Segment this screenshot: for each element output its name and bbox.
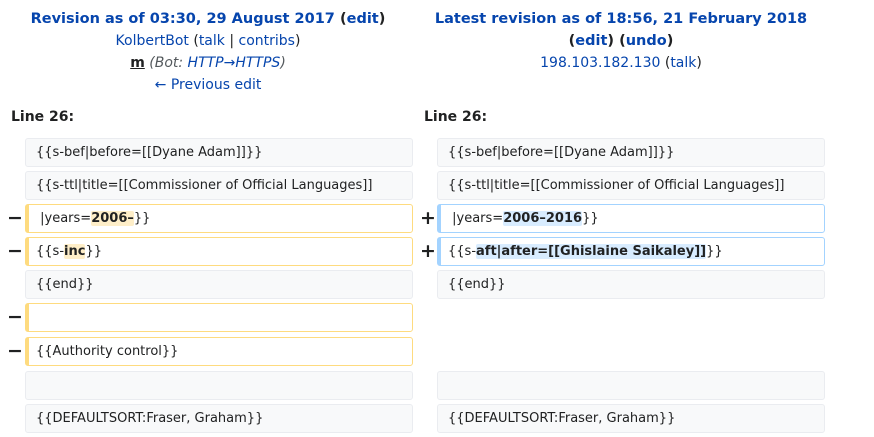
added-line: {{s-aft|after=[[Ghislaine Saikaley]]}} [437,237,825,266]
context-line-left: {{s-bef|before=[[Dyane Adam]]}} [25,138,413,167]
deleted-word: 2006– [91,211,134,226]
minus-icon: − [7,240,23,262]
edit-summary: (Bot: HTTP→HTTPS) [149,55,286,71]
plus-icon: + [420,207,436,229]
previous-edit-link[interactable]: ← Previous edit [155,77,262,93]
left-revision-timestamp-link[interactable]: Revision as of 03:30, 29 August 2017 [31,11,335,27]
diff-row: − |years=2006–}} + |years=2006–2016}} [0,204,874,233]
left-user-link[interactable]: KolbertBot [116,33,189,49]
right-user-ip-link[interactable]: 198.103.182.130 [540,55,660,71]
minus-icon: − [7,340,23,362]
left-revision-title: Revision as of 03:30, 29 August 2017 (ed… [30,11,386,27]
left-line-number: Line 26: [11,109,75,125]
added-word: aft|after=[[Ghislaine Saikaley]] [476,244,707,259]
context-empty-line-left [25,371,413,400]
left-talk-link[interactable]: talk [199,33,225,49]
diff-row: {{end}} {{end}} [0,270,874,299]
added-line: |years=2006–2016}} [437,204,825,233]
deleted-line: {{Authority control}} [25,337,413,366]
plus-icon: + [420,240,436,262]
right-revision-header: Latest revision as of 18:56, 21 February… [416,8,826,74]
separator: | [229,33,235,49]
diff-row: {{s-bef|before=[[Dyane Adam]]}} {{s-bef|… [0,138,874,167]
context-line-left: {{DEFAULTSORT:Fraser, Graham}} [25,404,413,433]
minus-icon: − [7,306,23,328]
context-line-right: {{DEFAULTSORT:Fraser, Graham}} [437,404,825,433]
right-line-number: Line 26: [424,109,488,125]
context-line-right: {{s-bef|before=[[Dyane Adam]]}} [437,138,825,167]
right-talk-link[interactable]: talk [670,55,696,71]
diff-row: − {{s-inc}} + {{s-aft|after=[[Ghislaine … [0,237,874,266]
right-user-line: 198.103.182.130 (talk) [540,55,702,71]
diff-row: − {{Authority control}} [0,337,874,366]
left-contribs-link[interactable]: contribs [239,33,295,49]
diff-row: {{DEFAULTSORT:Fraser, Graham}} {{DEFAULT… [0,404,874,433]
right-revision-title[interactable]: Latest revision as of 18:56, 21 February… [416,8,826,30]
deleted-empty-line [25,303,413,332]
deleted-line: {{s-inc}} [25,237,413,266]
diff-row [0,371,874,400]
deleted-line: |years=2006–}} [25,204,413,233]
summary-link[interactable]: HTTP→HTTPS [188,55,281,71]
added-word: 2006–2016 [503,211,583,226]
context-line-right: {{s-ttl|title=[[Commissioner of Official… [437,171,825,200]
left-revision-header: Revision as of 03:30, 29 August 2017 (ed… [0,8,416,96]
right-edit-link[interactable]: edit [575,33,607,49]
deleted-word: inc [64,244,86,259]
minus-icon: − [7,207,23,229]
left-summary-line: m (Bot: HTTP→HTTPS) [0,52,416,74]
diff-row: {{s-ttl|title=[[Commissioner of Official… [0,171,874,200]
undo-link[interactable]: undo [626,33,667,49]
context-empty-line-right [437,371,825,400]
context-line-left: {{s-ttl|title=[[Commissioner of Official… [25,171,413,200]
left-edit-link[interactable]: edit [347,11,379,27]
diff-row: − [0,303,874,332]
context-line-left: {{end}} [25,270,413,299]
left-user-line: KolbertBot (talk | contribs) [115,33,301,49]
minor-edit-badge[interactable]: m [130,55,145,71]
context-line-right: {{end}} [437,270,825,299]
